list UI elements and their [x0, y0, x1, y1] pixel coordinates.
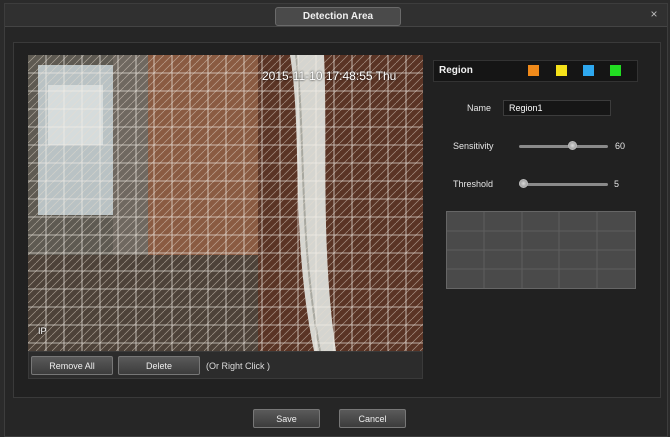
region-color-yellow[interactable] [556, 65, 567, 76]
region-color-blue[interactable] [583, 65, 594, 76]
sensitivity-slider-handle[interactable] [567, 141, 577, 150]
video-ip-overlay: IP [38, 326, 47, 336]
title-bar: Detection Area × [5, 4, 667, 27]
region-label: Region [439, 65, 473, 76]
threshold-slider[interactable] [519, 183, 608, 186]
video-timestamp: 2015-11-10 17:48:55 Thu [262, 69, 397, 83]
motion-level-graph [446, 211, 636, 289]
camera-image [28, 55, 423, 351]
cancel-button[interactable]: Cancel [339, 409, 406, 428]
region-color-orange[interactable] [528, 65, 539, 76]
name-label: Name [467, 103, 492, 113]
video-preview[interactable] [28, 55, 423, 351]
sensitivity-value: 60 [615, 141, 626, 151]
save-button[interactable]: Save [253, 409, 320, 428]
threshold-value: 5 [614, 179, 620, 189]
right-click-hint: (Or Right Click ) [206, 361, 271, 371]
delete-button[interactable]: Delete [118, 356, 200, 375]
threshold-label: Threshold [453, 179, 494, 189]
remove-all-button[interactable]: Remove All [31, 356, 113, 375]
dialog-title: Detection Area [275, 7, 401, 26]
region-name-input[interactable] [503, 100, 611, 116]
region-color-green[interactable] [610, 65, 621, 76]
sensitivity-slider[interactable] [519, 145, 608, 148]
sensitivity-label: Sensitivity [453, 141, 494, 151]
threshold-slider-handle[interactable] [518, 179, 528, 188]
close-icon[interactable]: × [647, 7, 661, 21]
motion-graph-grid [447, 212, 635, 288]
